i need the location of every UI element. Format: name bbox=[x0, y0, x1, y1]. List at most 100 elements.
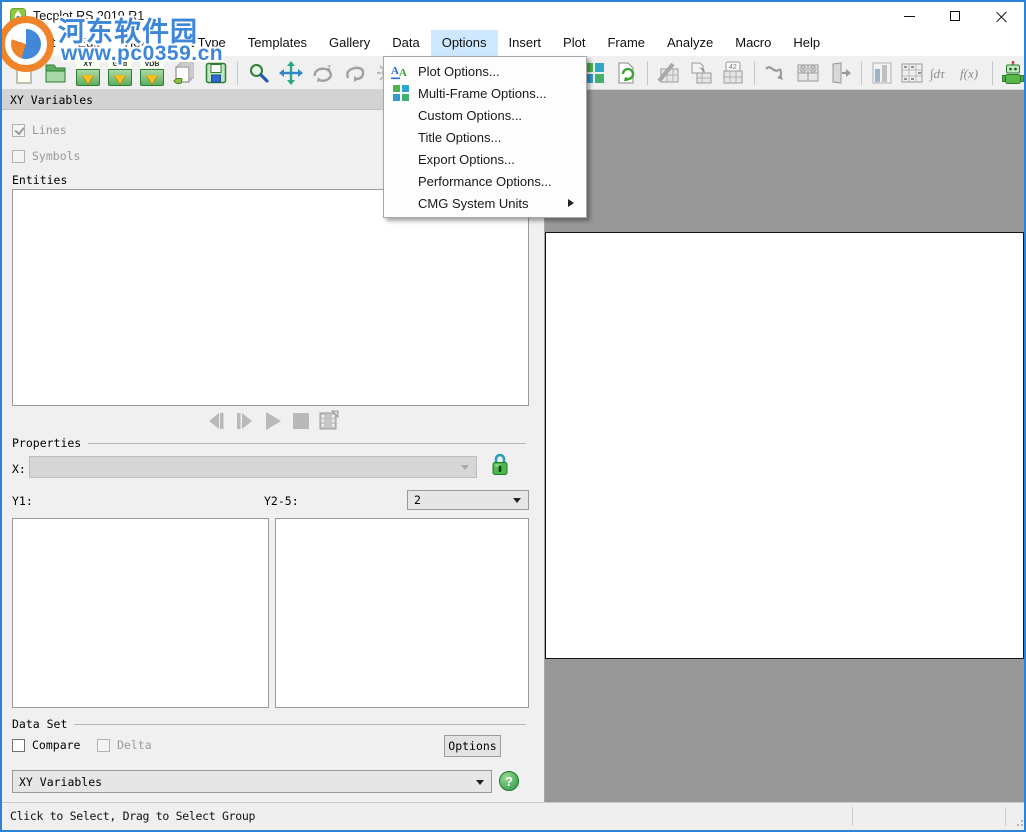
status-separator bbox=[852, 807, 853, 826]
menu-view[interactable]: View bbox=[111, 30, 161, 56]
menu-edit[interactable]: Edit bbox=[66, 30, 110, 56]
y2-variables-listbox[interactable] bbox=[275, 518, 529, 708]
menu-help[interactable]: Help bbox=[782, 30, 831, 56]
polyline-button[interactable] bbox=[763, 59, 789, 87]
svg-text:z: z bbox=[327, 63, 331, 72]
menu-item-custom-options[interactable]: Custom Options... bbox=[384, 104, 586, 126]
magnifier-icon bbox=[248, 62, 270, 84]
save-project-button[interactable] bbox=[203, 59, 229, 87]
open-project-button[interactable] bbox=[43, 59, 69, 87]
refresh-page-icon bbox=[615, 61, 637, 85]
load-vdb-icon: VDB bbox=[140, 60, 164, 86]
integrate-button[interactable]: ∫dτ bbox=[929, 59, 955, 87]
menu-data[interactable]: Data bbox=[381, 30, 430, 56]
chevron-down-icon bbox=[461, 465, 469, 470]
maximize-button[interactable] bbox=[932, 2, 978, 30]
minimize-button[interactable] bbox=[886, 2, 932, 30]
status-bar: Click to Select, Drag to Select Group bbox=[2, 802, 1024, 830]
pan-button[interactable] bbox=[278, 59, 304, 87]
close-icon bbox=[996, 11, 1007, 22]
bar-chart-icon bbox=[871, 61, 893, 85]
rotate-3d-button[interactable] bbox=[342, 59, 368, 87]
panel-mode-dropdown[interactable]: XY Variables bbox=[12, 770, 492, 793]
copy-frames-button[interactable] bbox=[171, 59, 197, 87]
toolbar-separator bbox=[237, 61, 238, 85]
window-title: Tecplot RS 2019 R1 bbox=[33, 9, 144, 23]
data-set-label: Data Set bbox=[12, 717, 67, 731]
status-separator bbox=[1005, 807, 1006, 826]
exit-view-button[interactable] bbox=[827, 59, 853, 87]
x-variable-combobox[interactable] bbox=[29, 456, 477, 478]
load-vdb-data-button[interactable]: VDB bbox=[139, 59, 165, 87]
previous-step-button[interactable] bbox=[205, 411, 229, 431]
stop-button[interactable] bbox=[289, 411, 313, 431]
data-set-options-button[interactable]: Options bbox=[444, 735, 501, 757]
close-button[interactable] bbox=[978, 2, 1024, 30]
options-button-label: Options bbox=[448, 739, 496, 753]
plot-frame[interactable] bbox=[545, 232, 1024, 659]
entities-listbox[interactable] bbox=[12, 189, 529, 406]
load-xy-data-button[interactable]: XY bbox=[75, 59, 101, 87]
probe-value-button[interactable]: 42 bbox=[720, 59, 746, 87]
pages-stack-icon bbox=[172, 61, 196, 85]
rotate-3d-icon bbox=[343, 62, 367, 84]
menu-templates[interactable]: Templates bbox=[237, 30, 318, 56]
menu-plot-type[interactable]: Plot Type bbox=[161, 30, 237, 56]
menu-plot[interactable]: Plot bbox=[552, 30, 596, 56]
symbols-label: Symbols bbox=[32, 149, 80, 163]
function-button[interactable]: f(x) bbox=[959, 59, 985, 87]
options-dropdown-menu: AA Plot Options... Multi-Frame Options..… bbox=[383, 56, 587, 218]
histogram-button[interactable] bbox=[869, 59, 895, 87]
next-step-button[interactable] bbox=[233, 411, 257, 431]
menu-frame[interactable]: Frame bbox=[596, 30, 656, 56]
y1-variables-listbox[interactable] bbox=[12, 518, 269, 708]
delta-checkbox-box[interactable] bbox=[97, 739, 110, 752]
menu-insert[interactable]: Insert bbox=[498, 30, 553, 56]
y2-5-combobox[interactable]: 2 bbox=[407, 490, 529, 510]
menu-macro[interactable]: Macro bbox=[724, 30, 782, 56]
axis-lock-icon[interactable] bbox=[491, 450, 509, 478]
blank-cells-button[interactable] bbox=[795, 59, 821, 87]
menu-item-cmg-system-units[interactable]: CMG System Units bbox=[384, 192, 586, 214]
svg-text:A: A bbox=[391, 65, 399, 77]
multi-frame-options-icon bbox=[384, 85, 418, 101]
play-button[interactable] bbox=[261, 411, 285, 431]
load-grid-data-button[interactable]: Grid bbox=[107, 59, 133, 87]
menu-item-export-options[interactable]: Export Options... bbox=[384, 148, 586, 170]
maximize-icon bbox=[950, 11, 960, 21]
title-bar: Tecplot RS 2019 R1 bbox=[2, 2, 1024, 30]
zoom-button[interactable] bbox=[246, 59, 272, 87]
chevron-down-icon bbox=[476, 780, 484, 785]
toolbar-separator bbox=[647, 61, 648, 85]
properties-group: Properties bbox=[12, 436, 532, 450]
help-icon[interactable]: ? bbox=[499, 771, 519, 791]
menu-item-multi-frame-options[interactable]: Multi-Frame Options... bbox=[384, 82, 586, 104]
measure-grid-button[interactable] bbox=[656, 59, 682, 87]
record-animation-button[interactable] bbox=[317, 410, 341, 432]
menu-item-performance-options[interactable]: Performance Options... bbox=[384, 170, 586, 192]
open-folder-icon bbox=[44, 62, 68, 84]
refresh-frame-button[interactable] bbox=[613, 59, 639, 87]
symbols-checkbox-box[interactable] bbox=[12, 150, 25, 163]
pan-arrows-icon bbox=[279, 61, 303, 85]
menu-item-plot-options[interactable]: AA Plot Options... bbox=[384, 60, 586, 82]
macro-robot-button[interactable] bbox=[1000, 59, 1024, 87]
compare-checkbox-box[interactable] bbox=[12, 739, 25, 752]
svg-text:42: 42 bbox=[729, 64, 737, 71]
lines-checkbox-box[interactable] bbox=[12, 124, 25, 137]
svg-text:A: A bbox=[399, 67, 407, 79]
compare-label: Compare bbox=[32, 738, 80, 752]
menu-options[interactable]: Options bbox=[431, 30, 498, 56]
robot-icon bbox=[1002, 61, 1024, 85]
resize-grip-icon[interactable] bbox=[1017, 824, 1019, 826]
menu-analyze[interactable]: Analyze bbox=[656, 30, 724, 56]
menu-project[interactable]: Project bbox=[4, 30, 66, 56]
menu-item-title-options[interactable]: Title Options... bbox=[384, 126, 586, 148]
y2-5-value: 2 bbox=[414, 493, 421, 507]
menu-gallery[interactable]: Gallery bbox=[318, 30, 381, 56]
new-layout-button[interactable] bbox=[11, 59, 37, 87]
toolbar-separator bbox=[861, 61, 862, 85]
export-plot-button[interactable] bbox=[688, 59, 714, 87]
rotate-z-button[interactable]: z bbox=[310, 59, 336, 87]
cell-values-button[interactable] bbox=[899, 59, 925, 87]
